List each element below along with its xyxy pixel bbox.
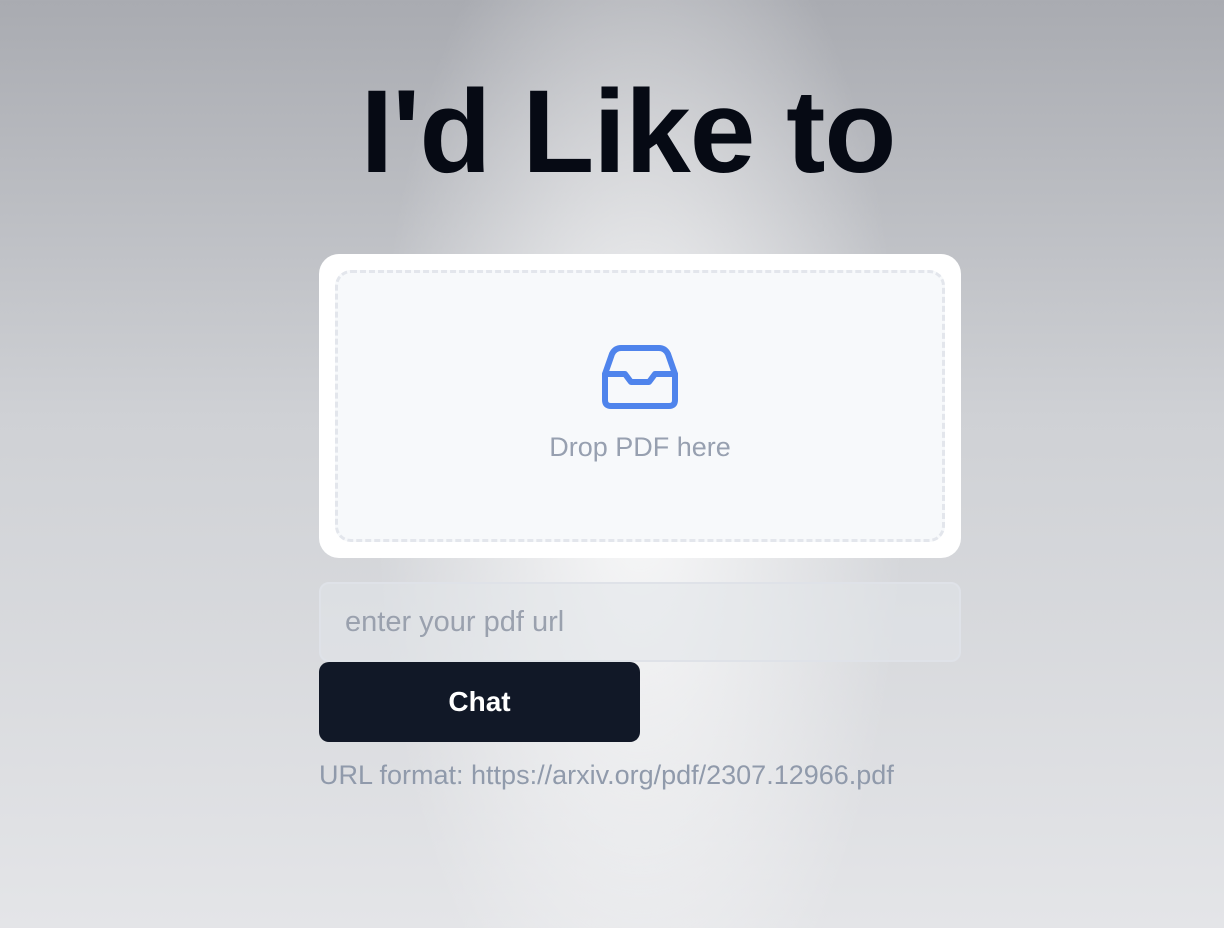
upload-card: Drop PDF here [319, 254, 961, 558]
page-title: I'd Like to [360, 66, 897, 198]
pdf-url-input[interactable] [319, 582, 961, 662]
chat-button[interactable]: Chat [319, 662, 640, 742]
pdf-drop-zone[interactable]: Drop PDF here [335, 270, 945, 542]
inbox-icon [602, 344, 678, 409]
drop-label: Drop PDF here [549, 431, 731, 462]
url-format-hint: URL format: https://arxiv.org/pdf/2307.1… [319, 760, 894, 790]
